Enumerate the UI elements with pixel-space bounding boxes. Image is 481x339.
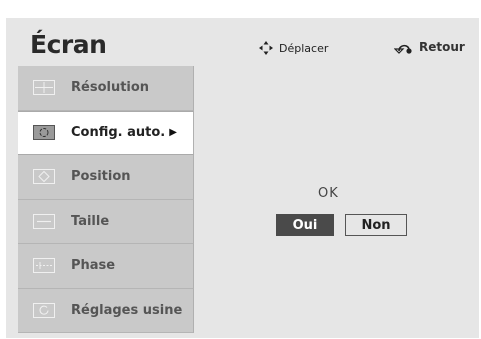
menu-item-label: Résolution (71, 80, 150, 96)
menu-item-factory-reset[interactable]: Réglages usine (18, 288, 194, 333)
menu-item-resolution[interactable]: Résolution (18, 66, 194, 111)
auto-config-icon (33, 125, 55, 141)
content-area (195, 66, 479, 338)
yes-button[interactable]: Oui (276, 214, 334, 236)
menu-item-label: Réglages usine (71, 302, 183, 318)
menu-item-size[interactable]: Taille (18, 199, 194, 244)
menu-item-auto-config[interactable]: Config. auto. ▶ (18, 110, 194, 155)
position-icon (33, 169, 55, 185)
selected-arrow-icon: ▶ (169, 127, 177, 139)
menu-item-label: Phase (71, 258, 116, 274)
phase-icon (33, 258, 55, 274)
move-hint: Déplacer (258, 40, 328, 56)
page-title: Écran (30, 30, 107, 59)
move-hint-label: Déplacer (279, 41, 329, 55)
settings-menu: Résolution Config. auto. ▶ Position Tail… (18, 66, 194, 333)
size-icon (33, 213, 55, 229)
menu-item-label: Taille (71, 213, 110, 229)
four-way-arrows-icon (258, 40, 274, 56)
back-hint-label: Retour (419, 40, 465, 54)
menu-item-position[interactable]: Position (18, 155, 194, 200)
menu-item-label: Config. auto. (71, 125, 166, 141)
factory-reset-icon (33, 302, 55, 318)
resolution-icon (33, 80, 55, 96)
return-arrow-icon (394, 40, 414, 54)
back-hint: Retour (394, 40, 465, 54)
confirm-prompt: OK (318, 186, 339, 201)
menu-item-label: Position (71, 169, 131, 185)
no-button[interactable]: Non (345, 214, 407, 236)
menu-item-phase[interactable]: Phase (18, 244, 194, 289)
